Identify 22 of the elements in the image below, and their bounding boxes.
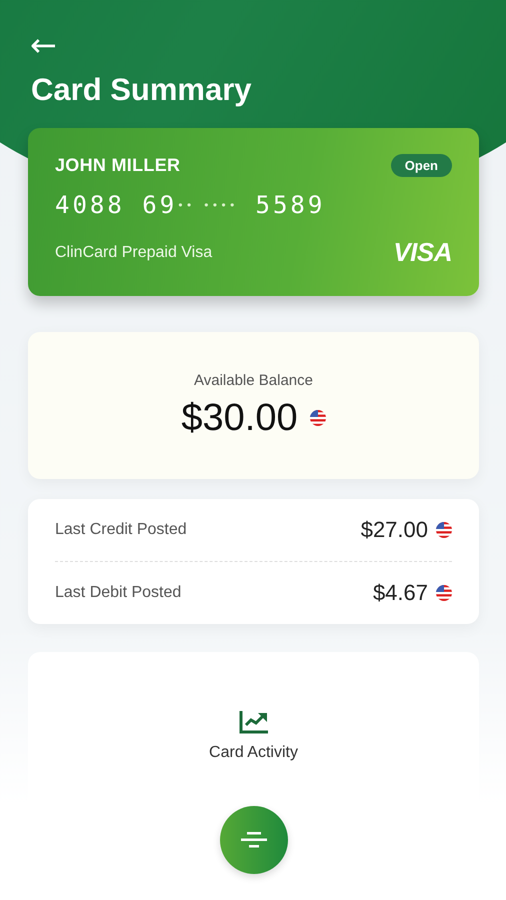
cardholder-name: JOHN MILLER <box>55 155 180 176</box>
balance-amount: $30.00 <box>181 396 298 440</box>
menu-button[interactable] <box>220 806 288 874</box>
status-badge: Open <box>390 154 452 177</box>
posting-amount: $4.67 <box>372 580 428 606</box>
card-number-start: 4088 69 <box>55 191 178 219</box>
us-flag-icon <box>310 410 326 426</box>
posting-amount: $27.00 <box>360 517 428 543</box>
card-activity-link[interactable]: Card Activity <box>209 744 298 762</box>
us-flag-icon <box>436 522 452 538</box>
balance-label: Available Balance <box>194 372 313 388</box>
card-product: ClinCard Prepaid Visa <box>55 244 212 262</box>
trend-chart-icon <box>238 710 268 734</box>
menu-icon <box>240 830 268 850</box>
card-number-end: 5589 <box>256 191 326 219</box>
posting-label: Last Debit Posted <box>55 584 182 602</box>
posting-label: Last Credit Posted <box>55 521 187 539</box>
us-flag-icon <box>436 585 452 601</box>
page-title: Card Summary <box>31 72 253 108</box>
back-button[interactable]: ← <box>30 30 57 60</box>
card-brand: VISA <box>393 237 452 268</box>
card-number-mask: •• •••• <box>177 198 238 212</box>
